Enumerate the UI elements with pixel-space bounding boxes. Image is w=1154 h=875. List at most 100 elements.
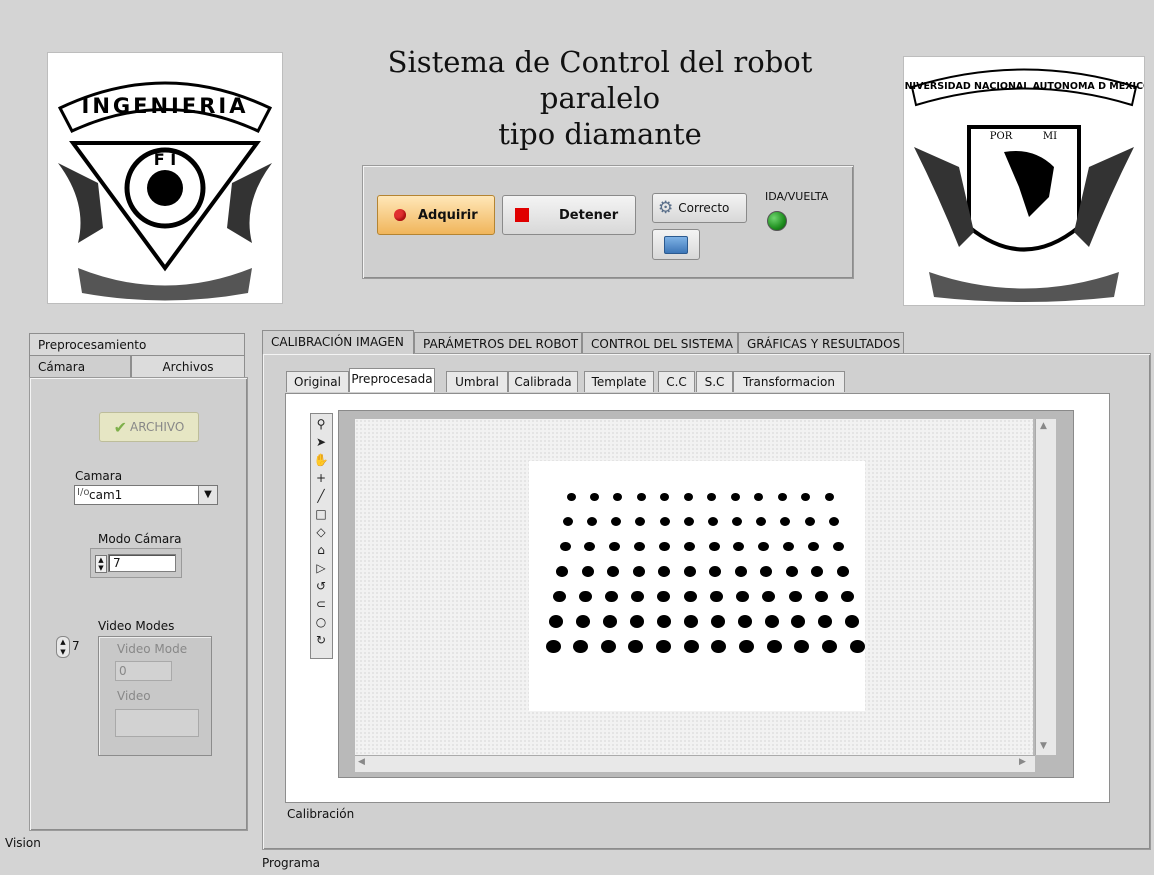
subtab-transformacion[interactable]: Transformacion bbox=[733, 371, 845, 392]
ida-vuelta-led[interactable] bbox=[767, 211, 787, 231]
subtab-cc[interactable]: C.C bbox=[658, 371, 695, 392]
tab-graficas-resultados[interactable]: GRÁFICAS Y RESULTADOS bbox=[738, 332, 904, 354]
archivo-button[interactable]: ✔ ARCHIVO bbox=[99, 412, 199, 442]
correct-label: Correcto bbox=[678, 201, 730, 215]
calibration-dot bbox=[683, 639, 699, 653]
subtab-sc[interactable]: S.C bbox=[696, 371, 733, 392]
crosshair-icon[interactable]: + bbox=[313, 470, 329, 486]
unam-logo-text: UNIVERSIDAD NACIONAL AUTONOMA D MEXICO bbox=[904, 81, 1144, 92]
calibration-dot bbox=[683, 590, 697, 603]
gear-icon: ⚙ bbox=[658, 198, 674, 218]
calibration-dot bbox=[549, 615, 563, 628]
calibration-dot bbox=[609, 541, 621, 552]
control-cluster: Adquirir Detener ⚙ Correcto IDA/VUELTA bbox=[362, 165, 854, 279]
image-display[interactable]: ▲ ▼ ◀ ▶ bbox=[338, 410, 1074, 778]
calibration-dot bbox=[828, 517, 839, 526]
calibration-dot bbox=[657, 590, 671, 603]
calibration-dot bbox=[656, 615, 671, 628]
stop-label: Detener bbox=[559, 207, 619, 223]
tab-calibracion-imagen[interactable]: CALIBRACIÓN IMAGEN bbox=[262, 330, 414, 354]
calibration-dot bbox=[581, 566, 594, 577]
save-button[interactable] bbox=[652, 229, 700, 260]
scroll-down-icon[interactable]: ▼ bbox=[1040, 741, 1047, 751]
tab-camara[interactable]: Cámara bbox=[29, 355, 131, 377]
calibration-dot bbox=[584, 541, 596, 552]
tab-parametros-robot[interactable]: PARÁMETROS DEL ROBOT bbox=[414, 332, 582, 354]
calibration-dot bbox=[734, 566, 747, 577]
calibracion-label: Calibración bbox=[287, 807, 355, 821]
freehand-icon[interactable]: ↺ bbox=[313, 578, 329, 594]
calibration-dot bbox=[824, 492, 834, 501]
zoom-icon[interactable]: ⚲ bbox=[313, 416, 329, 432]
tab-control-sistema[interactable]: CONTROL DEL SISTEMA bbox=[582, 332, 738, 354]
archivo-label: ARCHIVO bbox=[130, 420, 185, 434]
mode-value: 7 bbox=[113, 556, 121, 570]
calibration-dot bbox=[736, 590, 750, 603]
subtab-umbral[interactable]: Umbral bbox=[446, 371, 508, 392]
stop-button[interactable]: Detener bbox=[502, 195, 636, 235]
calibration-dot bbox=[777, 492, 787, 501]
calibration-dot bbox=[683, 615, 698, 628]
line-icon[interactable]: ╱ bbox=[313, 488, 329, 504]
chevron-down-icon[interactable]: ▼ bbox=[198, 486, 217, 504]
horizontal-scrollbar[interactable]: ◀ ▶ bbox=[355, 755, 1035, 772]
camera-select[interactable]: I/o cam1 ▼ bbox=[74, 485, 218, 505]
scroll-right-icon[interactable]: ▶ bbox=[1019, 757, 1026, 767]
calibration-dot bbox=[559, 541, 571, 552]
stepper-arrows-icon[interactable]: ▲ ▼ bbox=[95, 555, 107, 573]
calibration-dot bbox=[628, 639, 644, 653]
oval-icon[interactable]: ○ bbox=[313, 614, 329, 630]
subtab-preprocesada[interactable]: Preprocesada bbox=[349, 368, 435, 392]
camera-tab-body bbox=[29, 377, 248, 831]
pointer-icon[interactable]: ➤ bbox=[313, 434, 329, 450]
annulus-icon[interactable]: ⌂ bbox=[313, 542, 329, 558]
calibration-dot bbox=[821, 639, 837, 653]
rotated-rect-icon[interactable]: ◇ bbox=[313, 524, 329, 540]
calibration-dot bbox=[709, 590, 723, 603]
acquire-button[interactable]: Adquirir bbox=[377, 195, 495, 235]
calibration-dot bbox=[604, 590, 618, 603]
vertical-scrollbar[interactable]: ▲ ▼ bbox=[1035, 419, 1056, 755]
image-tool-palette: ⚲ ➤ ✋ + ╱ □ ◇ ⌂ ▷ ↺ ⊂ ○ ↻ bbox=[310, 413, 333, 659]
calibration-dot bbox=[791, 615, 806, 628]
mode-stepper[interactable]: ▲ ▼ 7 bbox=[90, 548, 182, 578]
calibration-dot bbox=[766, 639, 782, 653]
mode-label: Modo Cámara bbox=[98, 532, 182, 546]
video-modes-cluster: Video Mode 0 Video bbox=[98, 636, 212, 756]
unam-motto-left: POR bbox=[990, 131, 1013, 142]
video-modes-arrows-icon[interactable]: ▲ ▼ bbox=[56, 636, 70, 658]
calibration-dot bbox=[578, 590, 592, 603]
programa-footer: Programa bbox=[262, 856, 320, 870]
calibration-dot bbox=[658, 566, 671, 577]
video-modes-label: Video Modes bbox=[98, 619, 175, 633]
rectangle-icon[interactable]: □ bbox=[313, 506, 329, 522]
subtab-original[interactable]: Original bbox=[286, 371, 349, 392]
rotate-icon[interactable]: ↻ bbox=[313, 632, 329, 648]
video-mode-label: Video Mode bbox=[117, 642, 188, 656]
subtab-calibrada[interactable]: Calibrada bbox=[508, 371, 578, 392]
calibration-dot bbox=[683, 492, 693, 501]
broken-line-icon[interactable]: ⊂ bbox=[313, 596, 329, 612]
title-line-1: Sistema de Control del robot paralelo bbox=[387, 45, 813, 115]
calibration-dot bbox=[611, 517, 622, 526]
calibration-dot bbox=[845, 615, 860, 628]
pan-hand-icon[interactable]: ✋ bbox=[313, 452, 329, 468]
calibration-dot bbox=[556, 566, 568, 577]
correct-button[interactable]: ⚙ Correcto bbox=[652, 193, 747, 223]
calibration-dot bbox=[545, 639, 561, 653]
calibration-dot bbox=[811, 566, 824, 577]
sub-tab-bar: Original Preprocesada Umbral Calibrada T… bbox=[286, 368, 1106, 395]
calibration-dot bbox=[730, 492, 740, 501]
calibration-dot bbox=[573, 639, 589, 653]
tab-archivos[interactable]: Archivos bbox=[131, 355, 245, 377]
scroll-up-icon[interactable]: ▲ bbox=[1040, 421, 1047, 431]
scroll-left-icon[interactable]: ◀ bbox=[358, 757, 365, 767]
calibration-dot bbox=[754, 492, 764, 501]
calibration-dot bbox=[683, 517, 694, 526]
subtab-template[interactable]: Template bbox=[584, 371, 654, 392]
tab-preprocesamiento[interactable]: Preprocesamiento bbox=[29, 333, 245, 355]
drive-icon bbox=[664, 235, 688, 254]
video-field[interactable] bbox=[115, 709, 199, 737]
polygon-icon[interactable]: ▷ bbox=[313, 560, 329, 576]
calibration-dot bbox=[683, 541, 695, 552]
